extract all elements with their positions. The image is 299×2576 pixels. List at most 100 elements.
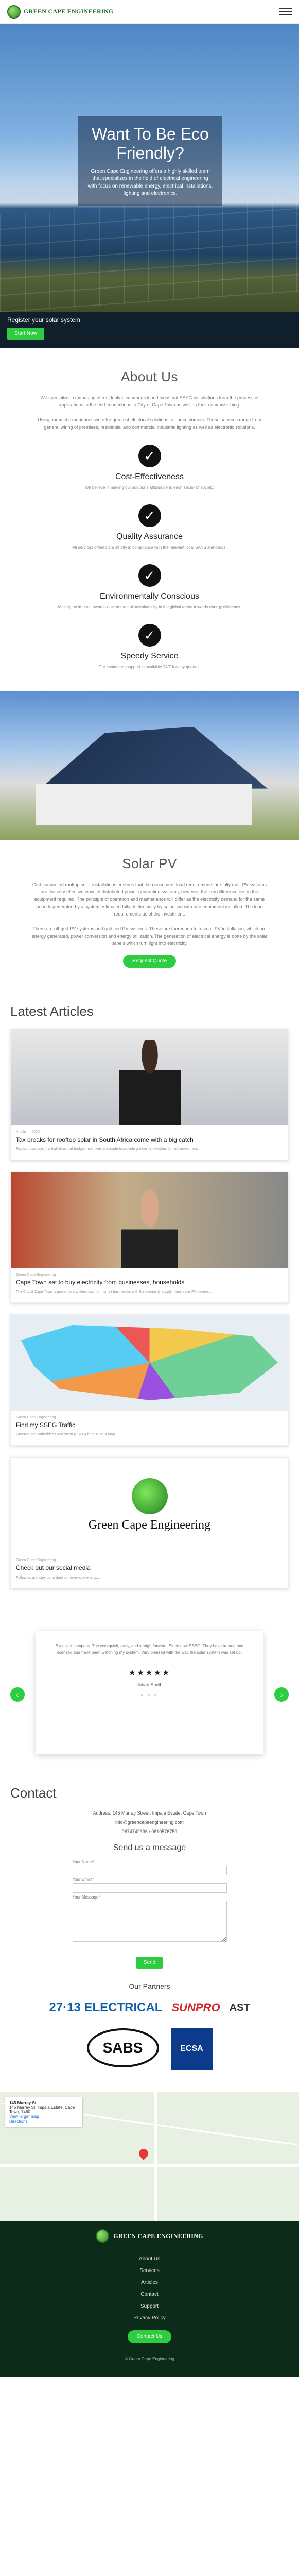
menu-icon[interactable] [279,8,292,15]
register-label: Register your solar system [7,316,81,324]
article-excerpt: Follow us and stay up to date on renewab… [16,1575,100,1580]
solar-title: Solar PV [122,855,177,871]
footer-link-services[interactable]: Services [10,2268,289,2274]
email-label: Your Email* [72,1877,94,1883]
about-section: About Us We specialize in managing of re… [0,348,299,691]
contact-address: Address: 145 Murray Street, Impala Estat… [93,1810,206,1816]
feature-title: Cost-Effectiveness [115,472,184,481]
feature-cost: ✓ Cost-Effectiveness We believe in makin… [14,444,285,491]
form-title: Send us a message [113,1843,186,1853]
about-title: About Us [121,369,178,384]
article-card[interactable]: Green Cape Engineering Green Cape Engine… [10,1456,289,1589]
footer-link-contact[interactable]: Contact [10,2292,289,2297]
article-card[interactable]: Article — 2020 Tax breaks for rooftop so… [10,1028,289,1160]
footer-link-articles[interactable]: Articles [10,2280,289,2285]
send-button[interactable]: Send [136,1957,163,1969]
footer-link-about[interactable]: About Us [10,2256,289,2262]
message-label: Your Message* [72,1895,100,1900]
solar-pv-section: Solar PV Grid connected rooftop solar in… [0,840,299,988]
article-logo-text: Green Cape Engineering [88,1518,211,1532]
articles-title: Latest Articles [10,1003,94,1019]
request-quote-button[interactable]: Request Quote [122,954,177,968]
email-field[interactable] [72,1883,227,1893]
footer-link-support[interactable]: Support [10,2303,289,2309]
article-image: Green Cape Engineering [11,1457,288,1553]
feature-text: We believe in making our solutions affor… [84,485,215,490]
start-now-button[interactable]: Start Now [7,328,44,340]
brand-name: GREEN CAPE ENGINEERING [24,8,114,15]
partner-logo-2713: 27·13 ELECTRICAL [49,2001,163,2015]
feature-quality: ✓ Quality Assurance All services offered… [14,504,285,551]
check-icon: ✓ [138,623,161,647]
check-icon: ✓ [138,444,161,467]
map-larger-link[interactable]: View larger map [9,2114,78,2119]
testimonial-slider: Excellent company. The was quick, easy, … [0,1615,299,1775]
name-field[interactable] [72,1866,227,1876]
partner-logo-ast: AST [229,2002,250,2013]
sabs-logo: SABS [86,2028,159,2068]
check-icon: ✓ [138,504,161,527]
footer-link-privacy[interactable]: Privacy Policy [10,2315,289,2321]
map-pin-icon[interactable] [137,2147,150,2160]
article-meta: Article — 2020 [16,1130,40,1134]
feature-text: Making an impact towards environmental s… [58,604,241,609]
article-title[interactable]: Check out our social media [11,1564,288,1575]
house-solar-image [0,690,299,840]
article-meta: Green Cape Engineering [16,1273,56,1277]
message-field[interactable] [72,1901,227,1942]
map-place-name: 145 Murray St [9,2100,37,2106]
site-footer: GREEN CAPE ENGINEERING About Us Services… [0,2221,299,2377]
article-image [11,1314,288,1411]
article-excerpt: Green Cape Embedded Generation (SSEG) fo… [16,1433,118,1437]
location-map[interactable]: 145 Murray St 145 Murray St, Impala Esta… [0,2092,299,2222]
rating-stars: ★★★★★ [128,1668,171,1677]
contact-phone[interactable]: 0674742336 / 0810576759 [10,1827,289,1836]
article-image [11,1029,288,1125]
hero-text: Green Cape Engineering offers a highly s… [87,168,213,197]
brand-logo-icon [96,2229,110,2243]
article-title[interactable]: Cape Town set to buy electricity from bu… [11,1279,288,1290]
brand-logo-icon [7,5,21,19]
testimonial-name: Johan Smith [136,1682,163,1687]
contact-email[interactable]: info@greencapeengineering.com [10,1818,289,1827]
slider-dots[interactable]: ● ● ● [50,1692,249,1697]
leaf-logo-icon [131,1478,168,1515]
footer-brand: GREEN CAPE ENGINEERING [113,2232,203,2240]
article-meta: Green Cape Engineering [16,1558,56,1562]
name-label: Your Name* [72,1860,95,1865]
hero-card: Want To Be Eco Friendly? Green Cape Engi… [78,116,222,206]
partners-section: Our Partners 27·13 ELECTRICAL SUNPRO AST [10,1982,289,2020]
feature-environment: ✓ Environmentally Conscious Making an im… [14,564,285,611]
partners-title: Our Partners [129,1982,170,1991]
about-paragraph-1: We specialize in managing of residential… [40,395,259,408]
hero-section: Want To Be Eco Friendly? Green Cape Engi… [0,24,299,312]
next-arrow-icon[interactable]: › [274,1687,289,1702]
article-title[interactable]: Find my SSEG Traffic [11,1421,288,1433]
articles-section: Latest Articles Article — 2020 Tax break… [0,988,299,1615]
ecsa-logo: ECSA [171,2028,213,2070]
feature-speedy: ✓ Speedy Service Our customers support i… [14,623,285,670]
check-icon: ✓ [138,564,161,587]
feature-text: Our customers support is available 24/7 … [98,664,201,669]
brand-logo[interactable]: GREEN CAPE ENGINEERING [7,5,114,19]
map-info-card: 145 Murray St 145 Murray St, Impala Esta… [5,2097,82,2127]
map-directions-link[interactable]: Directions [9,2119,78,2124]
testimonial-text: Excellent company. The was quick, easy, … [55,1643,244,1655]
solar-paragraph-1: Grid connected rooftop solar installatio… [32,882,267,917]
feature-text: All services offered are strictly in com… [72,545,227,550]
feature-title: Environmentally Conscious [100,591,199,601]
article-image [11,1172,288,1268]
footer-contact-button[interactable]: Contact Us [127,2330,172,2344]
feature-title: Speedy Service [120,651,179,660]
certifications: SABS ECSA [10,2020,289,2078]
prev-arrow-icon[interactable]: ‹ [10,1687,25,1702]
hero-title: Want To Be Eco Friendly? [92,125,209,162]
footer-logo[interactable]: GREEN CAPE ENGINEERING [10,2229,289,2243]
article-title[interactable]: Tax breaks for rooftop solar in South Af… [11,1136,288,1147]
feature-title: Quality Assurance [116,532,183,541]
article-meta: Green Cape Engineering [16,1415,56,1419]
solar-panel-image [0,193,299,312]
article-card[interactable]: Green Cape Engineering Find my SSEG Traf… [10,1314,289,1446]
testimonial-card: Excellent company. The was quick, easy, … [36,1631,263,1755]
article-card[interactable]: Green Cape Engineering Cape Town set to … [10,1171,289,1303]
